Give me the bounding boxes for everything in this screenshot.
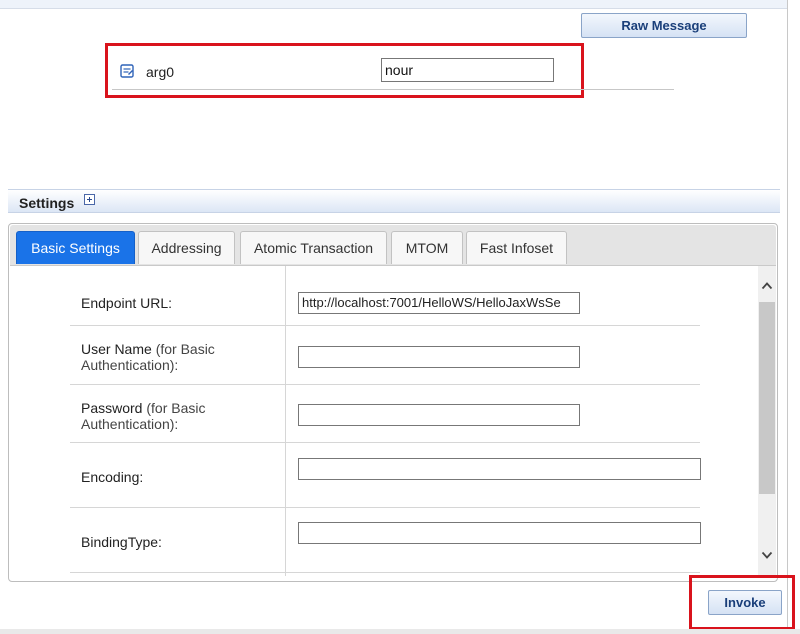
row-divider [70, 572, 700, 573]
row-divider [70, 384, 700, 385]
raw-message-button[interactable]: Raw Message [581, 13, 747, 38]
vertical-scrollbar[interactable] [758, 266, 776, 578]
top-band [0, 0, 787, 9]
password-label-text: Password [81, 400, 143, 416]
scrollbar-thumb[interactable] [759, 302, 775, 494]
password-hint-line2: Authentication): [81, 416, 179, 432]
password-label: Password (for Basic Authentication): [81, 400, 205, 432]
column-separator [285, 266, 286, 576]
username-hint-line2: Authentication): [81, 357, 179, 373]
bindingtype-label: BindingType: [81, 534, 162, 550]
username-label-text: User Name [81, 341, 152, 357]
tab-atomic-transaction[interactable]: Atomic Transaction [240, 231, 387, 264]
settings-panel: Basic Settings Addressing Atomic Transac… [8, 223, 778, 582]
tab-fast-infoset[interactable]: Fast Infoset [466, 231, 567, 264]
tab-basic-settings[interactable]: Basic Settings [16, 231, 135, 264]
settings-title: Settings [19, 195, 75, 211]
username-label: User Name (for Basic Authentication): [81, 341, 215, 373]
arg0-input[interactable] [381, 58, 554, 82]
tab-addressing[interactable]: Addressing [138, 231, 235, 264]
tab-bar: Basic Settings Addressing Atomic Transac… [10, 225, 776, 266]
password-input[interactable] [298, 404, 580, 426]
frame-border [787, 0, 788, 634]
row-divider [70, 442, 700, 443]
scroll-down-arrow-icon[interactable] [761, 549, 773, 561]
divider [112, 89, 674, 90]
encoding-label: Encoding: [81, 469, 144, 485]
encoding-input[interactable] [298, 458, 701, 480]
bindingtype-input[interactable] [298, 522, 701, 544]
endpoint-url-input[interactable]: http://localhost:7001/HelloWS/HelloJaxWs… [298, 292, 580, 314]
tab-mtom[interactable]: MTOM [391, 231, 463, 264]
basic-settings-form: Endpoint URL: http://localhost:7001/Hell… [10, 266, 758, 576]
username-input[interactable] [298, 346, 580, 368]
invoke-button[interactable]: Invoke [708, 590, 782, 615]
row-divider [70, 507, 700, 508]
settings-header: Settings [8, 189, 780, 213]
row-divider [70, 325, 700, 326]
scroll-up-arrow-icon[interactable] [761, 280, 773, 292]
endpoint-url-label: Endpoint URL: [81, 295, 173, 311]
parameter-icon [120, 64, 134, 78]
username-hint: (for Basic [155, 341, 215, 357]
password-hint: (for Basic [146, 400, 206, 416]
expand-plus-icon[interactable] [84, 194, 95, 205]
arg0-label: arg0 [146, 64, 175, 80]
bottom-edge [0, 629, 800, 634]
